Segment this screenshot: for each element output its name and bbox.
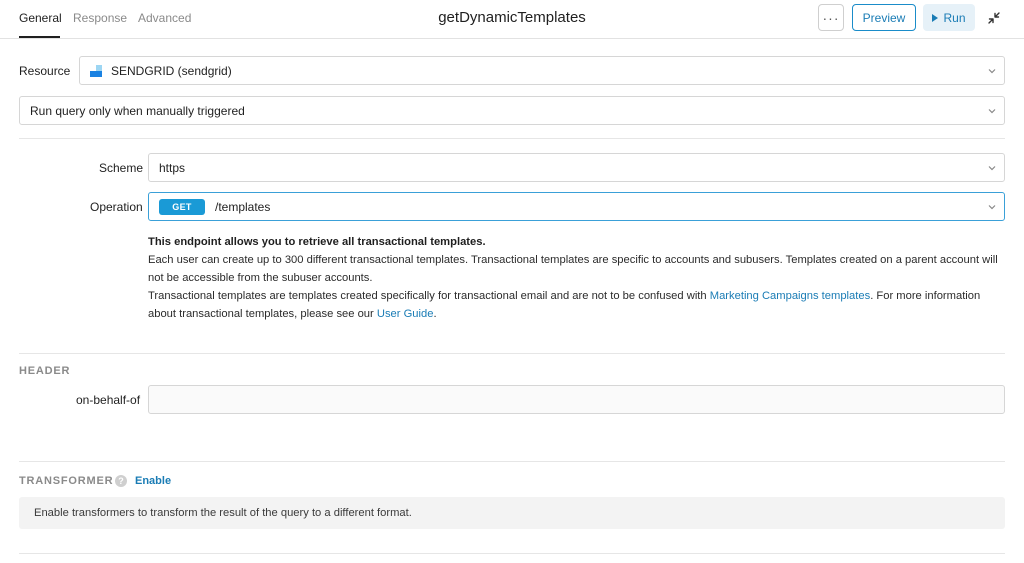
scheme-label: Scheme: [99, 161, 144, 175]
http-method-badge: GET: [159, 198, 205, 215]
resource-label: Resource: [19, 64, 71, 78]
marketing-campaigns-link[interactable]: Marketing Campaigns templates: [710, 290, 870, 302]
enable-transformer-link[interactable]: Enable: [135, 475, 171, 487]
chevron-down-icon: [988, 166, 996, 171]
operation-select[interactable]: GET /templates: [148, 192, 1005, 221]
chevron-down-icon: [988, 69, 996, 74]
run-button-label: Run: [943, 10, 966, 25]
query-editor-header: General Response Advanced getDynamicTemp…: [0, 0, 1024, 39]
chevron-down-icon: [988, 205, 996, 210]
sendgrid-logo-icon: [90, 64, 102, 77]
operation-label: Operation: [90, 200, 143, 214]
description-paragraph: Each user can create up to 300 different…: [148, 254, 998, 284]
transformer-info-box: Enable transformers to transform the res…: [19, 497, 1005, 529]
section-divider: [19, 353, 1005, 354]
section-divider: [19, 461, 1005, 462]
play-icon: [932, 13, 939, 22]
on-behalf-of-input[interactable]: [148, 385, 1005, 414]
transformer-info-text: Enable transformers to transform the res…: [34, 507, 412, 519]
run-trigger-select[interactable]: Run query only when manually triggered: [19, 96, 1005, 125]
scheme-value: https: [159, 160, 186, 175]
active-tab-indicator: [19, 36, 60, 38]
section-divider: [19, 138, 1005, 139]
tab-response[interactable]: Response: [73, 11, 127, 25]
user-guide-link[interactable]: User Guide: [377, 308, 434, 320]
scheme-select[interactable]: https: [148, 153, 1005, 182]
description-heading: This endpoint allows you to retrieve all…: [148, 236, 486, 248]
on-behalf-of-label: on-behalf-of: [76, 393, 141, 407]
tab-advanced[interactable]: Advanced: [138, 11, 191, 25]
operation-description: This endpoint allows you to retrieve all…: [148, 233, 1008, 323]
operation-path: /templates: [215, 199, 271, 214]
section-divider: [19, 553, 1005, 554]
help-icon[interactable]: ?: [115, 475, 127, 487]
resource-select-value: SENDGRID (sendgrid): [111, 63, 232, 78]
run-trigger-value: Run query only when manually triggered: [30, 103, 245, 118]
more-options-button[interactable]: ···: [818, 4, 844, 31]
header-section-title: HEADER: [19, 365, 71, 377]
tab-general[interactable]: General: [19, 11, 62, 25]
preview-button[interactable]: Preview: [852, 4, 916, 31]
resource-select[interactable]: SENDGRID (sendgrid): [79, 56, 1005, 85]
transformer-section-title: TRANSFORMER: [19, 475, 114, 487]
chevron-down-icon: [988, 109, 996, 114]
run-button[interactable]: Run: [923, 4, 975, 31]
collapse-icon[interactable]: [985, 9, 1003, 27]
description-paragraph-2: Transactional templates are templates cr…: [148, 290, 981, 320]
